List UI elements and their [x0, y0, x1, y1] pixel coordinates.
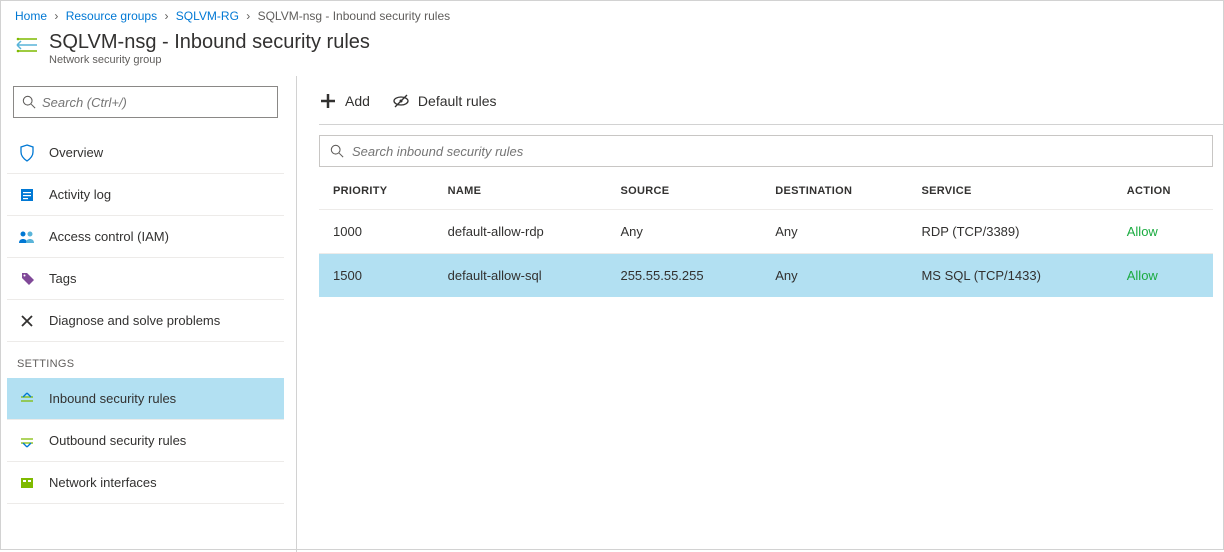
sidebar-item-tags[interactable]: Tags — [7, 258, 284, 300]
cell-service: RDP (TCP/3389) — [907, 210, 1112, 254]
cell-priority: 1500 — [319, 254, 434, 298]
breadcrumb-link-rgname[interactable]: SQLVM-RG — [176, 9, 239, 23]
sidebar-item-outbound-rules[interactable]: Outbound security rules — [7, 420, 284, 462]
breadcrumb-link-home[interactable]: Home — [15, 9, 47, 23]
breadcrumb-sep: › — [246, 9, 250, 23]
rules-table: PRIORITY NAME SOURCE DESTINATION SERVICE… — [319, 173, 1213, 297]
breadcrumb-current: SQLVM-nsg - Inbound security rules — [258, 9, 451, 23]
sidebar-search[interactable] — [13, 86, 278, 118]
sidebar-search-input[interactable] — [42, 95, 269, 110]
sidebar-item-label: Overview — [49, 145, 103, 160]
inbound-icon — [17, 391, 37, 407]
col-destination[interactable]: DESTINATION — [761, 173, 907, 210]
tag-icon — [17, 271, 37, 287]
toolbar: Add Default rules — [319, 86, 1223, 124]
sidebar-item-label: Tags — [49, 271, 76, 286]
sidebar-item-diagnose[interactable]: Diagnose and solve problems — [7, 300, 284, 342]
col-priority[interactable]: PRIORITY — [319, 173, 434, 210]
page-title: SQLVM-nsg - Inbound security rules — [49, 31, 370, 54]
search-icon — [22, 95, 36, 109]
search-icon — [330, 144, 344, 158]
outbound-icon — [17, 433, 37, 449]
add-button-label: Add — [345, 93, 370, 109]
col-name[interactable]: NAME — [434, 173, 607, 210]
sidebar-section-settings: SETTINGS — [7, 342, 284, 378]
add-button[interactable]: Add — [319, 92, 370, 110]
breadcrumb-link-rg[interactable]: Resource groups — [66, 9, 157, 23]
table-row[interactable]: 1500default-allow-sql255.55.55.255AnyMS … — [319, 254, 1213, 298]
sidebar-item-label: Inbound security rules — [49, 391, 176, 406]
cell-priority: 1000 — [319, 210, 434, 254]
cell-action: Allow — [1113, 210, 1213, 254]
sidebar-item-activity-log[interactable]: Activity log — [7, 174, 284, 216]
sidebar-item-network-interfaces[interactable]: Network interfaces — [7, 462, 284, 504]
cell-name: default-allow-rdp — [434, 210, 607, 254]
sidebar-item-inbound-rules[interactable]: Inbound security rules — [7, 378, 284, 420]
sidebar-item-label: Diagnose and solve problems — [49, 313, 220, 328]
cell-source: 255.55.55.255 — [606, 254, 761, 298]
default-rules-label: Default rules — [418, 93, 497, 109]
table-search[interactable] — [319, 135, 1213, 167]
cell-destination: Any — [761, 210, 907, 254]
sidebar-item-label: Outbound security rules — [49, 433, 186, 448]
sidebar-item-label: Activity log — [49, 187, 111, 202]
breadcrumb-sep: › — [54, 9, 58, 23]
shield-icon — [17, 144, 37, 162]
cell-action: Allow — [1113, 254, 1213, 298]
sidebar-item-label: Network interfaces — [49, 475, 157, 490]
sidebar-item-overview[interactable]: Overview — [7, 132, 284, 174]
breadcrumb-sep: › — [164, 9, 168, 23]
tools-icon — [17, 313, 37, 329]
people-icon — [17, 230, 37, 244]
col-action[interactable]: ACTION — [1113, 173, 1213, 210]
cell-source: Any — [606, 210, 761, 254]
nic-icon — [17, 475, 37, 491]
page-subtitle: Network security group — [49, 54, 370, 66]
plus-icon — [319, 92, 337, 110]
col-service[interactable]: SERVICE — [907, 173, 1112, 210]
cell-destination: Any — [761, 254, 907, 298]
default-rules-button[interactable]: Default rules — [392, 92, 497, 110]
table-row[interactable]: 1000default-allow-rdpAnyAnyRDP (TCP/3389… — [319, 210, 1213, 254]
log-icon — [17, 187, 37, 203]
cell-service: MS SQL (TCP/1433) — [907, 254, 1112, 298]
breadcrumb: Home › Resource groups › SQLVM-RG › SQLV… — [1, 1, 1223, 31]
table-search-input[interactable] — [352, 144, 1202, 159]
main-content: Add Default rules PRIORITY NAME SOURCE D… — [297, 76, 1223, 552]
nsg-icon — [15, 33, 39, 60]
page-header: SQLVM-nsg - Inbound security rules Netwo… — [1, 31, 1223, 76]
sidebar-item-access-control[interactable]: Access control (IAM) — [7, 216, 284, 258]
eye-off-icon — [392, 92, 410, 110]
sidebar: Overview Activity log Access control (IA… — [1, 76, 297, 552]
cell-name: default-allow-sql — [434, 254, 607, 298]
sidebar-item-label: Access control (IAM) — [49, 229, 169, 244]
col-source[interactable]: SOURCE — [606, 173, 761, 210]
